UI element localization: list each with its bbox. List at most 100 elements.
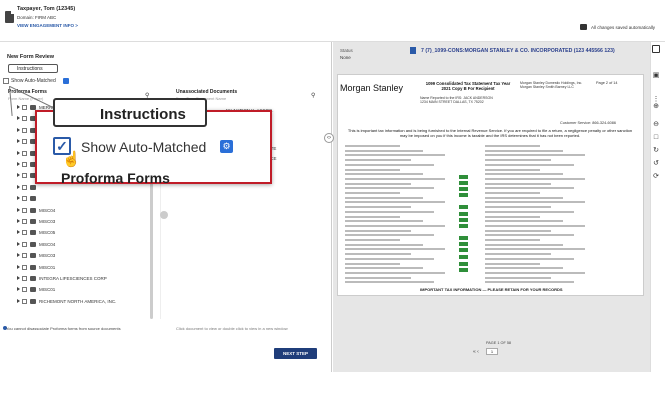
- row-checkbox[interactable]: [22, 230, 27, 236]
- expand-triangle-icon[interactable]: [17, 230, 20, 235]
- proforma-form-row[interactable]: INTEGRA LIFESCIENCES CORP: [8, 275, 158, 284]
- row-checkbox[interactable]: [22, 127, 27, 133]
- rotate-icon[interactable]: ↻: [652, 147, 660, 155]
- form-line: [485, 215, 540, 218]
- proforma-form-row[interactable]: [8, 195, 158, 204]
- form-line: [485, 163, 574, 166]
- row-checkbox[interactable]: [22, 298, 27, 304]
- form-line: [345, 154, 445, 157]
- page-input[interactable]: 1: [486, 348, 498, 355]
- proforma-form-row[interactable]: MISC04: [8, 241, 158, 250]
- row-checkbox[interactable]: [22, 287, 27, 293]
- next-step-button[interactable]: NEXT STEP: [274, 348, 317, 359]
- expand-triangle-icon[interactable]: [17, 276, 20, 280]
- form-line: [345, 215, 400, 218]
- row-checkbox[interactable]: [22, 116, 27, 122]
- show-auto-matched-checkbox[interactable]: [3, 78, 9, 84]
- expand-triangle-icon[interactable]: [17, 207, 20, 212]
- proforma-footnote: You cannot disassociate Proforma forms f…: [6, 326, 121, 331]
- matched-field-highlight: [459, 181, 468, 185]
- document-type-icon: [410, 47, 416, 54]
- collapse-chevron-icon[interactable]: ‹›: [324, 133, 334, 143]
- fit-page-icon[interactable]: □: [652, 134, 660, 142]
- proforma-form-row[interactable]: RICHEMONT NORTH AMERICA, INC.: [8, 298, 158, 307]
- expand-triangle-icon[interactable]: [17, 127, 20, 132]
- folder-icon: [30, 241, 36, 247]
- expand-icon[interactable]: [652, 45, 660, 53]
- settings-gear-icon[interactable]: [63, 78, 69, 84]
- matched-field-highlight: [459, 175, 468, 179]
- proforma-form-row[interactable]: MISC05: [8, 229, 158, 238]
- form-line: [485, 201, 585, 204]
- form-line: [345, 168, 400, 171]
- form-line: [485, 192, 540, 194]
- comment-icon[interactable]: ▣: [652, 72, 660, 80]
- form-line: [345, 206, 412, 209]
- expand-triangle-icon[interactable]: [17, 264, 20, 269]
- expand-triangle-icon[interactable]: [17, 253, 20, 258]
- form-line: [485, 182, 552, 185]
- matched-field-highlight: [459, 268, 468, 272]
- form-line: [345, 229, 412, 232]
- form-line: [485, 234, 574, 237]
- expand-triangle-icon[interactable]: [17, 287, 20, 292]
- row-checkbox[interactable]: [22, 264, 27, 270]
- status-value: None: [340, 55, 351, 60]
- proforma-form-row[interactable]: MISC03: [8, 252, 158, 261]
- proforma-form-row[interactable]: MISC04: [8, 207, 158, 216]
- expand-triangle-icon[interactable]: [17, 173, 20, 178]
- link-icon[interactable]: [160, 211, 168, 219]
- instructions-button[interactable]: Instructions: [8, 64, 58, 73]
- row-checkbox[interactable]: [22, 139, 27, 145]
- expand-triangle-icon[interactable]: [17, 116, 20, 121]
- row-checkbox[interactable]: [22, 150, 27, 156]
- zoom-instructions-button: Instructions: [53, 98, 207, 127]
- expand-triangle-icon[interactable]: [17, 184, 20, 189]
- zoom-in-icon[interactable]: ⊕: [652, 103, 660, 111]
- row-checkbox[interactable]: [22, 196, 27, 202]
- rotate-left-icon[interactable]: ↺: [652, 160, 660, 168]
- matched-field-highlight: [459, 248, 468, 252]
- expand-triangle-icon[interactable]: [17, 162, 20, 166]
- refresh-icon[interactable]: ⟳: [652, 173, 660, 181]
- expand-triangle-icon[interactable]: [17, 241, 20, 246]
- panel-title: New Form Review: [7, 54, 55, 60]
- row-checkbox[interactable]: [22, 105, 27, 110]
- row-checkbox[interactable]: [22, 162, 27, 167]
- row-checkbox[interactable]: [22, 253, 27, 259]
- expand-triangle-icon[interactable]: [17, 150, 20, 155]
- expand-triangle-icon[interactable]: [17, 219, 20, 223]
- zoom-out-icon[interactable]: ⊖: [652, 121, 660, 129]
- client-name: Taxpayer, Tom (12345): [17, 6, 76, 12]
- zoom-proforma-heading: Proforma Forms: [61, 170, 170, 186]
- row-checkbox[interactable]: [22, 276, 27, 281]
- proforma-form-row[interactable]: MISC03: [8, 218, 158, 227]
- form-line: [345, 243, 423, 246]
- recipient-block: Name Reported to the IRS: JACK ANDERSON …: [420, 96, 493, 104]
- form-line: [485, 276, 552, 279]
- zoom-gear-icon: ⚙: [220, 140, 233, 153]
- chat-icon[interactable]: [580, 24, 587, 30]
- folder-icon: [30, 219, 36, 224]
- proforma-form-label: MISC05: [39, 230, 56, 236]
- row-checkbox[interactable]: [22, 184, 27, 190]
- hand-cursor-icon: ☝: [62, 151, 81, 168]
- expand-triangle-icon[interactable]: [17, 139, 20, 144]
- row-checkbox[interactable]: [22, 219, 27, 224]
- row-checkbox[interactable]: [22, 241, 27, 247]
- expand-triangle-icon[interactable]: [17, 298, 20, 303]
- row-checkbox[interactable]: [22, 173, 27, 179]
- view-engagement-link[interactable]: VIEW ENGAGEMENT INFO >: [17, 23, 78, 28]
- row-checkbox[interactable]: [22, 207, 27, 213]
- proforma-form-row[interactable]: MISC01: [8, 264, 158, 273]
- proforma-form-row[interactable]: MISC01: [8, 286, 158, 295]
- matched-field-highlight: [459, 242, 468, 246]
- document-footer: IMPORTANT TAX INFORMATION — PLEASE RETAI…: [420, 287, 563, 292]
- expand-triangle-icon[interactable]: [17, 196, 20, 201]
- form-line: [485, 239, 540, 241]
- form-line: [345, 159, 412, 162]
- unassociated-search-icon[interactable]: ⚲: [311, 92, 315, 99]
- irs-notice: This is important tax information and is…: [347, 128, 633, 138]
- document-title[interactable]: 7 (7)_1099-CONS:MORGAN STANLEY & CO. INC…: [421, 48, 615, 54]
- expand-triangle-icon[interactable]: [17, 105, 20, 109]
